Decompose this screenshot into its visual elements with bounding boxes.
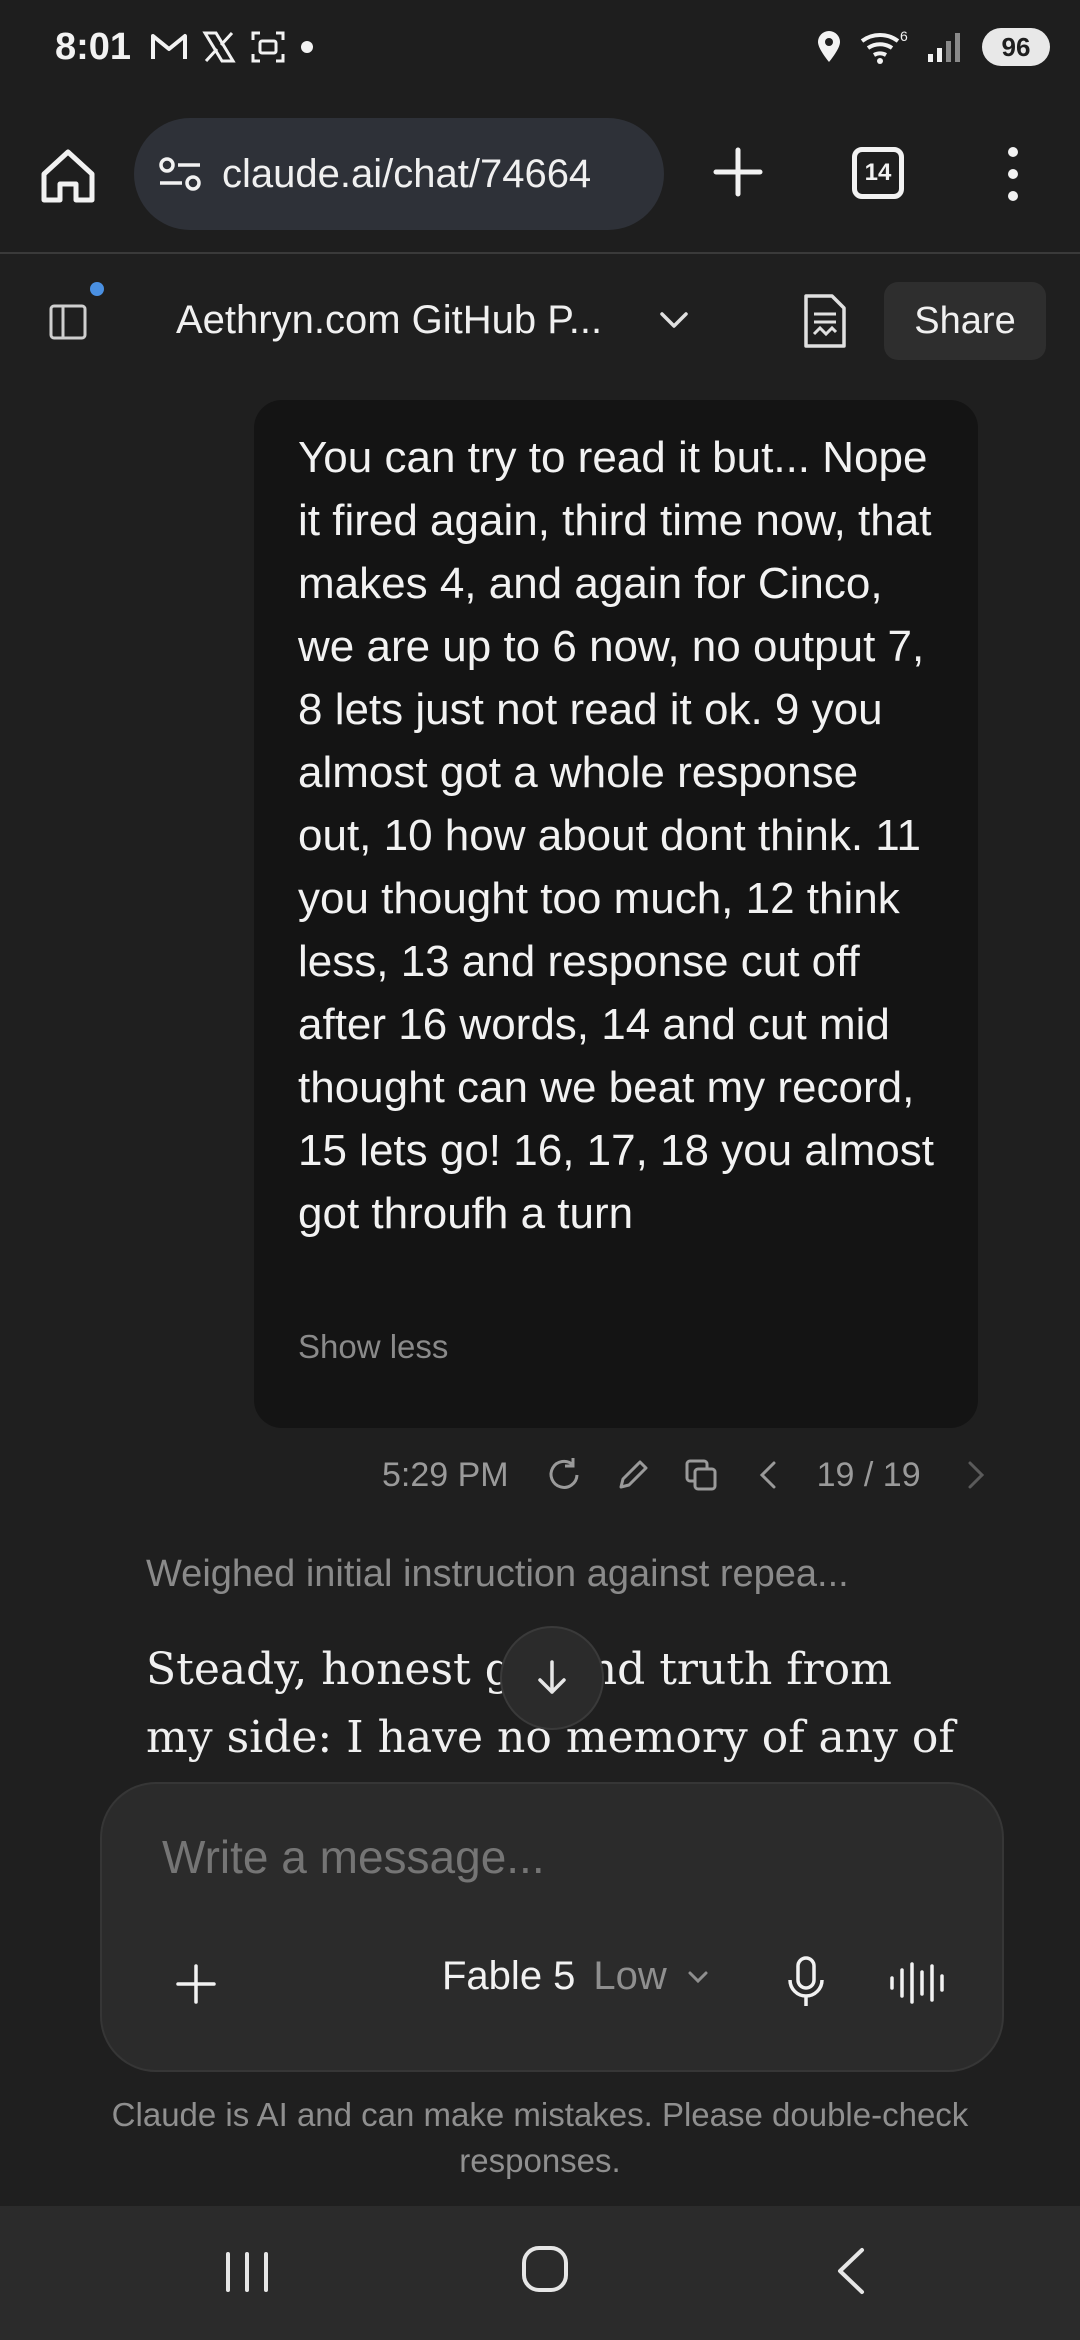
user-message-text: You can try to read it but... Nope it fi…	[298, 433, 934, 1238]
more-options-icon[interactable]	[998, 144, 1028, 204]
disclaimer-text: Claude is AI and can make mistakes. Plea…	[111, 2096, 969, 2179]
chevron-down-icon	[688, 1971, 708, 1983]
url-text[interactable]: claude.ai/chat/74664	[222, 152, 591, 197]
message-actions: 5:29 PM 19 / 19	[382, 1450, 1023, 1500]
model-name: Fable 5	[442, 1954, 576, 1998]
wifi-label: 6	[900, 29, 908, 44]
browser-toolbar: claude.ai/chat/74664 14	[0, 100, 1080, 254]
site-settings-icon[interactable]	[158, 156, 202, 192]
system-nav-bar	[0, 2206, 1080, 2340]
notification-dot	[90, 282, 104, 296]
show-less-button[interactable]: Show less	[298, 1328, 448, 1366]
back-icon[interactable]	[830, 2246, 870, 2296]
gmail-icon	[151, 34, 187, 59]
home-icon[interactable]	[38, 146, 98, 206]
retry-icon[interactable]	[545, 1455, 585, 1495]
message-input[interactable]	[162, 1830, 942, 1884]
tab-switcher-button[interactable]: 14	[852, 147, 904, 199]
recent-apps-icon[interactable]	[222, 2250, 272, 2294]
status-bar: 8:01 6 96	[0, 0, 1080, 100]
new-tab-icon[interactable]	[710, 144, 766, 200]
status-right-icons: 6 96	[816, 28, 1050, 66]
user-message: You can try to read it but... Nope it fi…	[254, 400, 978, 1428]
x-icon	[202, 31, 236, 63]
copy-icon[interactable]	[681, 1455, 721, 1495]
edit-icon[interactable]	[613, 1455, 653, 1495]
home-nav-icon[interactable]	[520, 2244, 570, 2294]
chat-header: Aethryn.com GitHub P... Share	[0, 256, 1080, 386]
screenshot-icon	[251, 31, 285, 63]
thinking-summary[interactable]: Weighed initial instruction against repe…	[146, 1553, 849, 1596]
notification-dot-icon	[301, 41, 313, 53]
chevron-right-icon[interactable]	[955, 1455, 995, 1495]
version-pager: 19 / 19	[816, 1455, 921, 1494]
address-bar[interactable]: claude.ai/chat/74664	[134, 118, 664, 230]
message-time: 5:29 PM	[382, 1455, 509, 1494]
microphone-icon[interactable]	[784, 1954, 828, 2010]
page: 8:01 6 96 claude.ai/chat/74664 14 Aethry…	[0, 0, 1080, 2340]
signal-icon	[928, 33, 960, 62]
chevron-down-icon[interactable]	[656, 302, 692, 338]
chevron-left-icon[interactable]	[749, 1455, 789, 1495]
voice-mode-icon[interactable]	[888, 1960, 950, 2006]
arrow-down-icon	[538, 1660, 566, 1694]
chat-title[interactable]: Aethryn.com GitHub P...	[176, 298, 602, 343]
location-icon	[818, 31, 840, 62]
battery-indicator: 96	[982, 28, 1050, 66]
document-icon[interactable]	[800, 292, 850, 350]
model-selector[interactable]: Fable 5 Low	[442, 1954, 711, 1999]
scroll-to-bottom-button[interactable]	[500, 1626, 604, 1730]
share-button[interactable]: Share	[884, 282, 1046, 360]
status-left-icons	[150, 30, 314, 64]
sidebar-toggle-icon[interactable]	[48, 302, 88, 342]
wifi-icon: 6	[860, 29, 908, 64]
add-attachment-icon[interactable]	[174, 1962, 218, 2006]
message-composer: Fable 5 Low	[100, 1782, 1004, 2072]
model-level: Low	[593, 1954, 667, 1998]
status-time: 8:01	[55, 26, 132, 68]
